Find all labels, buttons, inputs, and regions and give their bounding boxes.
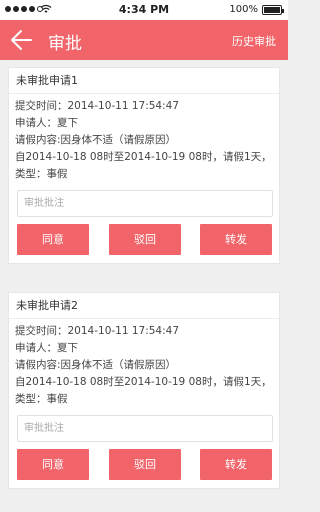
approval-card: 未审批申请1 提交时间：2014-10-11 17:54:47 申请人：夏下 请… (8, 67, 280, 264)
navigation-bar: 审批 历史审批 (0, 20, 288, 60)
reject-button[interactable]: 驳回 (109, 224, 181, 255)
approve-button[interactable]: 同意 (17, 449, 89, 480)
forward-button[interactable]: 转发 (200, 224, 272, 255)
back-arrow-icon[interactable] (10, 28, 32, 52)
submit-time: 提交时间：2014-10-11 17:54:47 (15, 325, 180, 337)
battery-percentage: 100% (229, 4, 258, 15)
request-details: 提交时间：2014-10-11 17:54:47 申请人：夏下 请假内容:因身体… (9, 319, 279, 408)
leave-type: 类型：事假 (15, 168, 68, 180)
action-buttons: 同意 驳回 转发 (9, 224, 279, 256)
battery-icon (262, 5, 284, 15)
approval-note-input[interactable] (17, 415, 273, 442)
approval-card: 未审批申请2 提交时间：2014-10-11 17:54:47 申请人：夏下 请… (8, 292, 280, 489)
leave-period: 自2014-10-18 08时至2014-10-19 08时，请假1天， (15, 376, 272, 388)
leave-content: 请假内容:因身体不适（请假原因） (15, 359, 177, 371)
approve-button[interactable]: 同意 (17, 224, 89, 255)
history-approvals-link[interactable]: 历史审批 (232, 33, 276, 49)
status-bar: 4:34 PM 100% (0, 0, 288, 20)
request-details: 提交时间：2014-10-11 17:54:47 申请人：夏下 请假内容:因身体… (9, 94, 279, 183)
approval-note-input[interactable] (17, 190, 273, 217)
submit-time: 提交时间：2014-10-11 17:54:47 (15, 100, 180, 112)
leave-period: 自2014-10-18 08时至2014-10-19 08时，请假1天， (15, 151, 272, 163)
leave-content: 请假内容:因身体不适（请假原因） (15, 134, 177, 146)
card-title: 未审批申请2 (9, 293, 279, 319)
page-title: 审批 (48, 34, 82, 54)
leave-type: 类型：事假 (15, 393, 68, 405)
reject-button[interactable]: 驳回 (109, 449, 181, 480)
action-buttons: 同意 驳回 转发 (9, 449, 279, 481)
card-title: 未审批申请1 (9, 68, 279, 94)
applicant: 申请人：夏下 (15, 117, 78, 129)
forward-button[interactable]: 转发 (200, 449, 272, 480)
applicant: 申请人：夏下 (15, 342, 78, 354)
